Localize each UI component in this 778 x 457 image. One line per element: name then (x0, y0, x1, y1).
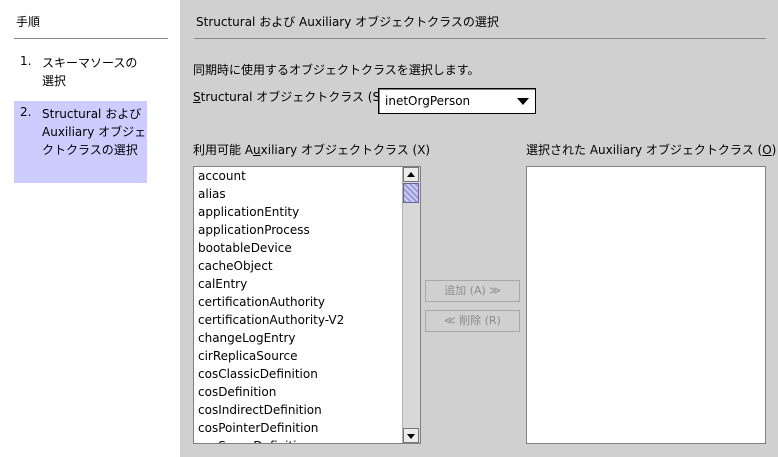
description-text: 同期時に使用するオブジェクトクラスを選択します。 (193, 63, 480, 77)
list-item[interactable]: bootableDevice (194, 239, 402, 257)
steps-title: 手順 (16, 15, 41, 29)
list-item[interactable]: cirReplicaSource (194, 347, 402, 365)
selected-classes-list[interactable] (526, 166, 766, 444)
list-item[interactable]: cosClassicDefinition (194, 365, 402, 383)
arrow-up-icon (407, 172, 415, 177)
list-item[interactable]: cacheObject (194, 257, 402, 275)
vertical-scrollbar[interactable] (402, 167, 420, 443)
step-number: 2. (20, 105, 32, 119)
step-label: Structural および Auxiliary オブジェクトクラスの選択 (42, 107, 147, 157)
label-text: xiliary オブジェクトクラス (X) (260, 143, 431, 157)
main-panel: Structural および Auxiliary オブジェクトクラスの選択 同期… (180, 0, 778, 457)
divider (194, 38, 766, 39)
scroll-thumb[interactable] (403, 183, 419, 203)
list-item[interactable]: changeLogEntry (194, 329, 402, 347)
scroll-up-button[interactable] (403, 167, 419, 182)
list-item[interactable]: cosPointerDefinition (194, 419, 402, 437)
label-text: 選択された Auxiliary オブジェクトクラス ( (526, 143, 763, 157)
label-text: tructural オブジェクトクラス (S): (200, 90, 389, 104)
list-item[interactable]: cosIndirectDefinition (194, 401, 402, 419)
chevron-down-icon[interactable] (517, 98, 529, 105)
list-item[interactable]: applicationProcess (194, 221, 402, 239)
step-label: スキーマソースの選択 (42, 56, 138, 88)
list-item[interactable]: certificationAuthority (194, 293, 402, 311)
structural-class-select[interactable]: inetOrgPerson (378, 88, 536, 114)
available-label: 利用可能 Auxiliary オブジェクトクラス (X) (193, 141, 430, 158)
list-item[interactable]: cosDefinition (194, 383, 402, 401)
steps-panel: 手順 1. スキーマソースの選択 2. Structural および Auxil… (0, 0, 180, 457)
list-item[interactable]: certificationAuthority-V2 (194, 311, 402, 329)
step-item-schema-source[interactable]: 1. スキーマソースの選択 (14, 50, 147, 94)
structural-label: Structural オブジェクトクラス (S): (193, 88, 389, 105)
arrow-down-icon (407, 434, 415, 439)
divider (14, 38, 168, 39)
mnemonic: u (253, 143, 261, 157)
scroll-down-button[interactable] (403, 428, 419, 443)
list-item[interactable]: applicationEntity (194, 203, 402, 221)
list-item[interactable]: cosSuperDefinition (194, 437, 402, 443)
mnemonic: O (762, 143, 772, 157)
remove-button[interactable]: ≪ 削除 (R) (425, 310, 520, 332)
step-number: 1. (20, 54, 32, 68)
list-item[interactable]: alias (194, 185, 402, 203)
list-items: account alias applicationEntity applicat… (194, 167, 402, 443)
page-title: Structural および Auxiliary オブジェクトクラスの選択 (196, 15, 499, 29)
select-value: inetOrgPerson (385, 94, 471, 108)
list-item[interactable]: account (194, 167, 402, 185)
selected-label: 選択された Auxiliary オブジェクトクラス (O) (526, 141, 776, 158)
label-text: 利用可能 A (193, 143, 254, 157)
add-button[interactable]: 追加 (A) ≫ (425, 280, 520, 302)
mnemonic: S (193, 90, 201, 104)
step-item-object-classes[interactable]: 2. Structural および Auxiliary オブジェクトクラスの選択 (14, 101, 147, 183)
available-classes-list[interactable]: account alias applicationEntity applicat… (193, 166, 421, 444)
list-item[interactable]: calEntry (194, 275, 402, 293)
label-text: ) (771, 143, 777, 157)
